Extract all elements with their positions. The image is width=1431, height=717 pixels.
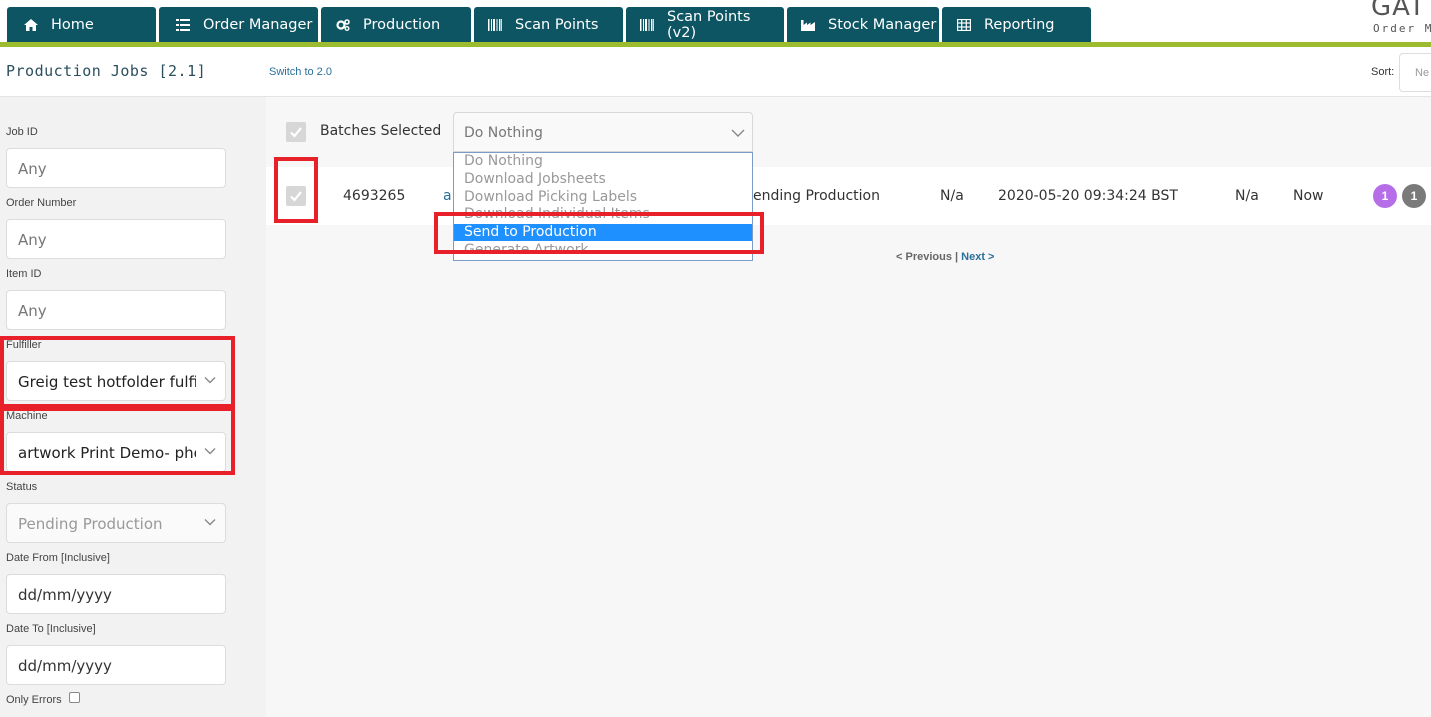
nav-tab-order-manager[interactable]: Order Manager <box>159 7 318 42</box>
nav-tab-label: Stock Manager <box>828 16 937 33</box>
count-badge-purple[interactable]: 1 <box>1373 184 1397 208</box>
nav-tab-label: Production <box>363 16 441 33</box>
factory-icon <box>801 19 815 31</box>
barcode-icon <box>640 18 654 31</box>
dropdown-option-download-jobsheets[interactable]: Download Jobsheets <box>454 171 752 188</box>
list-icon <box>176 18 190 31</box>
date-from-input[interactable]: dd/mm/yyyy <box>6 574 226 614</box>
chevron-down-icon <box>204 519 216 526</box>
home-icon <box>24 18 38 31</box>
dropdown-option-do-nothing[interactable]: Do Nothing <box>454 153 752 170</box>
pagination: < Previous | Next > <box>896 251 994 263</box>
item-id-label: Item ID <box>6 268 42 280</box>
annotation-box-row-checkbox <box>274 157 318 223</box>
date-to-label: Date To [Inclusive] <box>6 623 96 635</box>
job-id-cell: 4693265 <box>343 188 406 204</box>
brand-subtitle: Order M <box>1373 22 1431 35</box>
job-id-label: Job ID <box>6 126 38 138</box>
annotation-box-machine <box>0 407 235 475</box>
nav-tab-label: Reporting <box>984 16 1055 33</box>
top-nav: Home Order Manager Production Scan Point… <box>0 0 1431 48</box>
sort-select[interactable]: Ne <box>1399 53 1431 92</box>
batches-selected-label: Batches Selected <box>320 123 442 139</box>
nav-tab-stock-manager[interactable]: Stock Manager <box>787 7 939 42</box>
date-to-input[interactable]: dd/mm/yyyy <box>6 645 226 685</box>
sort-label: Sort: <box>1371 66 1395 78</box>
job-link-cell[interactable]: a <box>443 188 452 204</box>
select-all-checkbox[interactable] <box>286 122 306 142</box>
nav-tab-home[interactable]: Home <box>7 7 156 42</box>
nav-tab-scan-points-v2[interactable]: Scan Points (v2) <box>626 7 784 42</box>
status-select[interactable]: Pending Production <box>6 503 226 543</box>
batch-action-select[interactable]: Do Nothing <box>453 112 753 152</box>
only-errors-label: Only Errors <box>6 694 62 706</box>
item-id-input[interactable]: Any <box>6 290 226 330</box>
nav-tab-label: Home <box>51 16 94 33</box>
nav-tab-label: Scan Points (v2) <box>667 8 751 41</box>
job-id-input[interactable]: Any <box>6 148 226 188</box>
nav-tab-label: Scan Points <box>515 16 599 33</box>
count-badge-grey[interactable]: 1 <box>1402 184 1426 208</box>
dropdown-option-download-picking-labels[interactable]: Download Picking Labels <box>454 189 752 206</box>
page-title: Production Jobs [2.1] <box>6 62 207 80</box>
status-value: Pending Production <box>18 515 163 533</box>
brand-logo-text: GAT <box>1371 0 1426 22</box>
chevron-down-icon <box>731 129 745 137</box>
nav-tab-scan-points[interactable]: Scan Points <box>474 7 623 42</box>
status-label: Status <box>6 481 38 493</box>
annotation-box-send-to-production <box>434 212 764 254</box>
switch-version-link[interactable]: Switch to 2.0 <box>269 66 332 78</box>
nav-tab-production[interactable]: Production <box>321 7 471 42</box>
job-col-a-cell: N/a <box>940 188 964 204</box>
date-from-label: Date From [Inclusive] <box>6 552 110 564</box>
annotation-box-fulfiller <box>0 336 235 408</box>
order-number-input[interactable]: Any <box>6 219 226 259</box>
barcode-icon <box>488 18 502 31</box>
job-timestamp-cell: 2020-05-20 09:34:24 BST <box>998 188 1178 204</box>
batch-action-value: Do Nothing <box>464 125 543 141</box>
pager-separator: | <box>955 251 959 263</box>
order-number-label: Order Number <box>6 197 77 209</box>
nav-tab-label: Order Manager <box>203 16 313 33</box>
previous-link[interactable]: < Previous <box>896 251 952 263</box>
checkmark-icon <box>290 127 302 138</box>
job-status-cell: ending Production <box>753 188 880 204</box>
nav-tab-reporting[interactable]: Reporting <box>942 7 1091 42</box>
only-errors-checkbox[interactable] <box>69 692 80 703</box>
table-icon <box>956 18 972 31</box>
nav-accent-line <box>0 42 1431 47</box>
job-due-cell: Now <box>1293 188 1324 204</box>
next-link[interactable]: Next > <box>961 251 994 263</box>
gears-icon <box>336 18 350 31</box>
job-col-b-cell: N/a <box>1235 188 1259 204</box>
